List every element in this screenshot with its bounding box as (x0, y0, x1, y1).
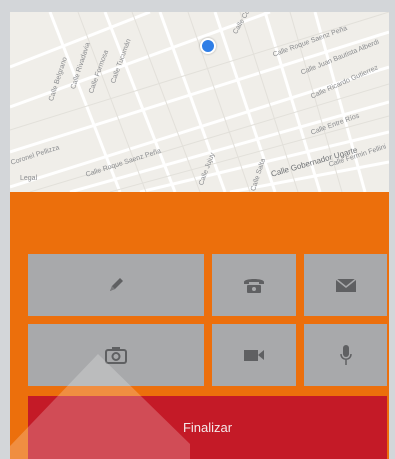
right-border (389, 0, 395, 459)
current-location-marker (200, 38, 216, 54)
microphone-icon (339, 345, 352, 365)
finalize-button[interactable]: Finalizar (28, 396, 387, 459)
map-legal-label[interactable]: Legal (20, 175, 37, 182)
pencil-icon (110, 278, 123, 291)
record-audio-button[interactable] (304, 324, 387, 386)
map-view[interactable]: Calle Coronel Dorrego Calle Roque Saenz … (10, 12, 389, 192)
record-video-button[interactable] (212, 324, 296, 386)
top-border (0, 0, 395, 12)
envelope-icon (335, 278, 356, 292)
phone-icon (244, 279, 264, 293)
left-border (0, 0, 10, 459)
take-photo-button[interactable] (28, 324, 204, 386)
camera-icon (105, 347, 127, 364)
edit-note-button[interactable] (28, 254, 204, 316)
video-camera-icon (244, 350, 264, 361)
send-email-button[interactable] (304, 254, 387, 316)
app-screen: Calle Coronel Dorrego Calle Roque Saenz … (10, 12, 389, 459)
phone-call-button[interactable] (212, 254, 296, 316)
